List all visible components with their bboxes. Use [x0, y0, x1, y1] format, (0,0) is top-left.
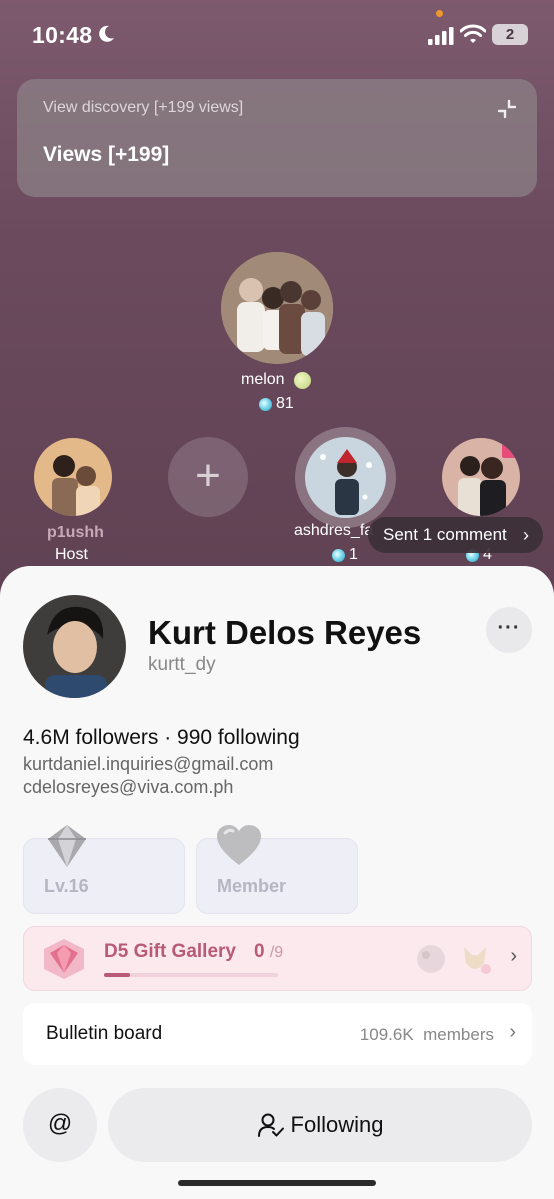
banner-subtitle: View discovery [+199 views] [43, 99, 244, 116]
seat-top-count: 81 [259, 395, 294, 413]
privacy-indicator-dot [436, 10, 443, 17]
level-label: Lv.16 [44, 876, 89, 896]
battery-indicator: 2 [492, 24, 528, 45]
signal-icon [428, 27, 454, 45]
chevron-right-icon: › [523, 525, 529, 545]
toast-text: Sent 1 comment [383, 525, 507, 544]
following-button[interactable]: Following [108, 1088, 532, 1162]
seat-top-avatar [221, 252, 333, 364]
more-options-button[interactable]: ··· [486, 607, 532, 653]
user-check-icon [257, 1113, 284, 1137]
seat-guest-avatar [305, 437, 386, 518]
seat-guest-name: ashdres_fa [294, 522, 374, 539]
profile-sheet: Kurt Delos Reyes kurtt_dy ··· 4.6M follo… [0, 566, 554, 1199]
gift-collected: 0 [254, 941, 265, 962]
profile-email-2: cdelosreyes@viva.com.ph [23, 777, 234, 797]
status-time: 10:48 [32, 22, 93, 48]
collapse-icon[interactable] [497, 99, 517, 119]
bulletin-title: Bulletin board [46, 1023, 163, 1044]
seat-top-count-value: 81 [276, 395, 294, 412]
seat-top-name: melon [241, 371, 285, 388]
seat-host-name: p1ushh [47, 524, 104, 541]
status-bar: 10:48 2 [0, 0, 554, 70]
gem-icon [259, 397, 272, 411]
gift-thumb-icon [417, 945, 445, 973]
seat-host-avatar [34, 438, 112, 516]
seat-guest-count-value: 1 [349, 546, 358, 563]
mention-button[interactable]: @ [23, 1088, 97, 1162]
seat-top-badge-icon [294, 372, 311, 389]
gift-total: /9 [269, 944, 284, 961]
heart-icon [217, 825, 261, 865]
gift-thumb-icon [464, 947, 491, 974]
profile-email-1: kurtdaniel.inquiries@gmail.com [23, 754, 274, 774]
bulletin-count-unit: members [423, 1025, 494, 1044]
seat-right-avatar [442, 438, 520, 516]
member-badge-card[interactable]: Member [196, 825, 358, 914]
seat-guest-count: 1 [332, 546, 358, 564]
gem-icon [332, 548, 345, 562]
discovery-banner[interactable]: View discovery [+199 views] Views [+199] [17, 79, 537, 197]
seat-host-role: Host [55, 546, 88, 563]
profile-handle: kurtt_dy [148, 654, 216, 675]
gift-gallery-title: D5 Gift Gallery [104, 941, 236, 962]
home-indicator [178, 1180, 376, 1186]
comment-toast[interactable]: Sent 1 comment › [368, 517, 543, 553]
chevron-right-icon: › [509, 1021, 516, 1043]
moon-icon [99, 25, 114, 42]
gift-gallery-card[interactable]: D5 Gift Gallery 0 /9 › [23, 926, 532, 991]
gift-progress-fill [104, 973, 131, 977]
following-label: Following [290, 1112, 384, 1137]
level-badge-card[interactable]: Lv.16 [23, 825, 185, 914]
chevron-right-icon: › [510, 945, 517, 967]
gift-gallery-count: 0 /9 [254, 941, 283, 963]
bulletin-member-count: 109.6K members [360, 1025, 494, 1045]
gift-progress-bar [104, 973, 278, 977]
add-seat-button[interactable]: + [168, 437, 248, 517]
gift-gem-icon [44, 939, 84, 979]
banner-title: Views [+199] [43, 143, 170, 166]
profile-avatar[interactable] [23, 595, 126, 698]
diamond-level-icon [48, 825, 86, 867]
member-label: Member [217, 876, 287, 896]
profile-name: Kurt Delos Reyes [148, 614, 422, 651]
follow-stats[interactable]: 4.6M followers · 990 following [23, 726, 300, 750]
bulletin-count-value: 109.6K [359, 1025, 414, 1044]
wifi-icon [460, 24, 486, 43]
bulletin-board-row[interactable]: Bulletin board 109.6K members › [23, 1003, 532, 1065]
